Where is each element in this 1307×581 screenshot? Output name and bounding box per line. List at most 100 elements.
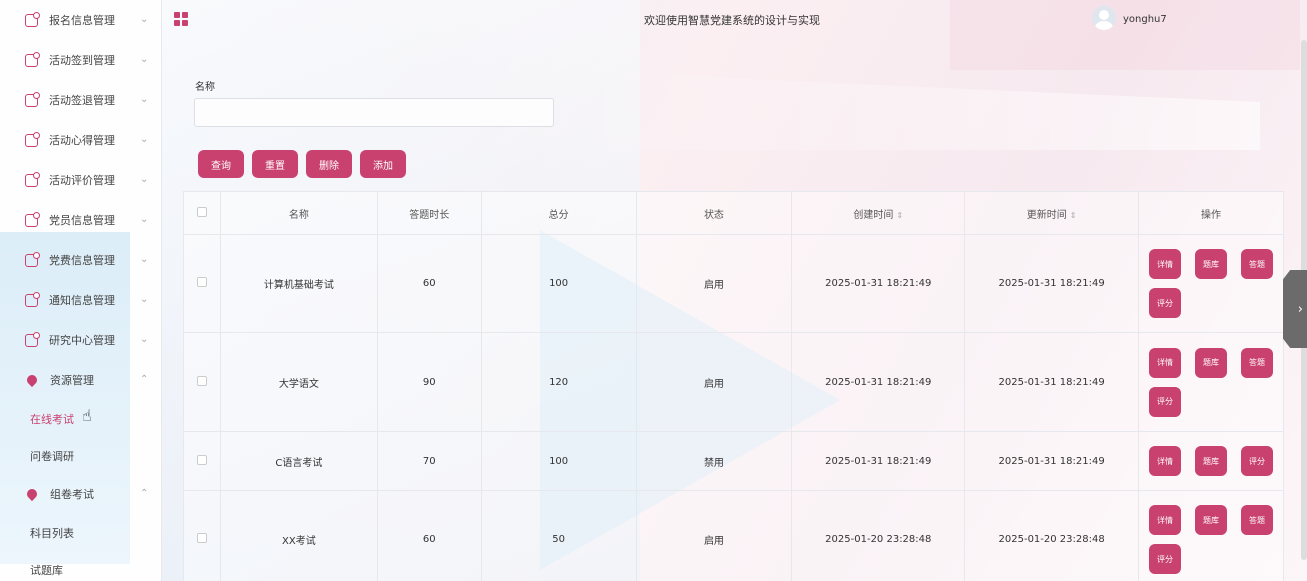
- sidebar-item-research[interactable]: 研究中心管理 ⌄: [0, 320, 162, 360]
- grid-menu-icon[interactable]: [174, 12, 188, 26]
- sidebar-item-notices[interactable]: 通知信息管理 ⌄: [0, 280, 162, 320]
- answers-button[interactable]: 答题: [1241, 505, 1274, 535]
- sidebar-item-label: 研究中心管理: [49, 334, 115, 347]
- row-checkbox[interactable]: [196, 277, 207, 287]
- menu-icon: [25, 131, 40, 147]
- sidebar-subitem-label: 在线考试: [30, 412, 74, 426]
- top-header: 欢迎使用智慧党建系统的设计与实现 yonghu7: [162, 0, 1307, 38]
- sort-icon[interactable]: ⇕: [1070, 211, 1077, 220]
- cell-created: 2025-01-20 23:28:48: [791, 490, 966, 581]
- reset-button[interactable]: 重置: [252, 150, 298, 178]
- toolbar: 查询 重置 删除 添加: [198, 150, 406, 178]
- row-select-cell[interactable]: [183, 332, 221, 432]
- col-total: 总分: [480, 191, 637, 235]
- name-search-input[interactable]: [194, 98, 554, 127]
- question-bank-button[interactable]: 题库: [1195, 347, 1228, 378]
- sidebar-subitem-label: 问卷调研: [30, 449, 74, 463]
- row-checkbox[interactable]: [196, 533, 207, 543]
- sidebar-subitem-question-bank[interactable]: 试题库: [0, 551, 162, 581]
- detail-button[interactable]: 详情: [1149, 249, 1182, 279]
- sidebar-subitem-survey[interactable]: 问卷调研: [0, 437, 162, 474]
- sidebar-item-label: 党员信息管理: [49, 214, 115, 227]
- menu-icon: [25, 251, 40, 267]
- sidebar-item-checkout[interactable]: 活动签退管理 ⌄: [0, 80, 162, 120]
- question-bank-button[interactable]: 题库: [1195, 249, 1228, 279]
- cell-name: 计算机基础考试: [219, 234, 378, 333]
- side-panel-toggle[interactable]: ›: [1283, 270, 1307, 348]
- cell-actions: 详情 题库 答题 评分: [1138, 490, 1284, 581]
- cell-updated: 2025-01-31 18:21:49: [964, 234, 1140, 333]
- col-updated[interactable]: 更新时间 ⇕: [964, 191, 1140, 235]
- detail-button[interactable]: 详情: [1149, 446, 1182, 476]
- add-button[interactable]: 添加: [360, 150, 406, 178]
- sidebar: 报名信息管理 ⌄ 活动签到管理 ⌄ 活动签退管理 ⌄ 活动心得管理 ⌄ 活动评价…: [0, 0, 162, 581]
- cell-total: 100: [480, 234, 637, 333]
- table-row: C语言考试 70 100 禁用 2025-01-31 18:21:49 2025…: [183, 431, 1284, 491]
- sidebar-subitem-online-exam[interactable]: 在线考试: [0, 400, 162, 437]
- grade-button[interactable]: 评分: [1149, 386, 1182, 417]
- detail-button[interactable]: 详情: [1149, 505, 1182, 535]
- location-pin-icon: [24, 372, 40, 388]
- sidebar-item-label: 活动签到管理: [49, 54, 115, 67]
- sidebar-item-members[interactable]: 党员信息管理 ⌄: [0, 200, 162, 240]
- question-bank-button[interactable]: 题库: [1195, 505, 1228, 535]
- sidebar-item-checkin[interactable]: 活动签到管理 ⌄: [0, 40, 162, 80]
- cell-status: 启用: [635, 234, 793, 333]
- sidebar-subitem-label: 试题库: [30, 563, 63, 577]
- select-all-cell[interactable]: [183, 191, 221, 235]
- pointer-cursor-icon: ☝: [82, 406, 92, 425]
- query-button[interactable]: 查询: [198, 150, 244, 178]
- question-bank-button[interactable]: 题库: [1195, 446, 1228, 476]
- grade-button[interactable]: 评分: [1149, 544, 1182, 574]
- row-actions: 详情 题库 答题 评分: [1139, 347, 1283, 417]
- answers-button[interactable]: 答题: [1241, 249, 1274, 279]
- site-title: 欢迎使用智慧党建系统的设计与实现: [644, 14, 820, 27]
- sidebar-item-evaluation[interactable]: 活动评价管理 ⌄: [0, 160, 162, 200]
- cell-name: C语言考试: [219, 431, 378, 491]
- cell-name: XX考试: [219, 490, 378, 581]
- row-select-cell[interactable]: [183, 431, 221, 491]
- cell-created: 2025-01-31 18:21:49: [791, 332, 966, 432]
- col-status: 状态: [635, 191, 793, 235]
- row-checkbox[interactable]: [196, 454, 207, 465]
- select-all-checkbox[interactable]: [196, 206, 207, 217]
- sidebar-subitem-subjects[interactable]: 科目列表: [0, 514, 162, 551]
- chevron-down-icon: ⌄: [140, 254, 149, 265]
- sidebar-item-label: 活动签退管理: [49, 94, 115, 107]
- grade-button[interactable]: 评分: [1241, 446, 1274, 476]
- grade-button[interactable]: 评分: [1149, 288, 1182, 318]
- table-row: XX考试 60 50 启用 2025-01-20 23:28:48 2025-0…: [183, 490, 1284, 581]
- chevron-down-icon: ⌄: [140, 334, 149, 345]
- cell-duration: 60: [376, 234, 482, 333]
- sidebar-item-fees[interactable]: 党费信息管理 ⌄: [0, 240, 162, 280]
- sidebar-item-reflection[interactable]: 活动心得管理 ⌄: [0, 120, 162, 160]
- sidebar-item-registration[interactable]: 报名信息管理 ⌄: [0, 0, 162, 40]
- sort-icon[interactable]: ⇕: [896, 211, 903, 220]
- col-actions: 操作: [1138, 191, 1284, 235]
- delete-button[interactable]: 删除: [306, 150, 352, 178]
- col-created[interactable]: 创建时间 ⇕: [791, 191, 966, 235]
- answers-button[interactable]: 答题: [1241, 347, 1274, 378]
- cell-total: 100: [480, 431, 637, 491]
- cell-updated: 2025-01-31 18:21:49: [964, 431, 1140, 491]
- cell-created: 2025-01-31 18:21:49: [791, 431, 966, 491]
- table-header-row: 名称 答题时长 总分 状态 创建时间 ⇕ 更新时间 ⇕ 操作: [183, 191, 1284, 235]
- row-actions: 详情 题库 答题 评分: [1139, 505, 1283, 574]
- row-checkbox[interactable]: [196, 375, 207, 386]
- sidebar-item-exam-compose[interactable]: 组卷考试 ⌃: [0, 474, 162, 514]
- avatar[interactable]: [1092, 6, 1116, 30]
- cell-status: 启用: [635, 490, 793, 581]
- sidebar-menu: 报名信息管理 ⌄ 活动签到管理 ⌄ 活动签退管理 ⌄ 活动心得管理 ⌄ 活动评价…: [0, 0, 162, 581]
- chevron-down-icon: ⌄: [140, 54, 149, 65]
- name-field-label: 名称: [195, 82, 215, 93]
- cell-actions: 详情 题库 答题 评分: [1138, 332, 1284, 432]
- cell-name: 大学语文: [219, 332, 378, 432]
- sidebar-item-label: 组卷考试: [50, 488, 94, 501]
- detail-button[interactable]: 详情: [1149, 347, 1182, 378]
- row-select-cell[interactable]: [183, 490, 221, 581]
- username[interactable]: yonghu7: [1123, 14, 1167, 25]
- row-select-cell[interactable]: [183, 234, 221, 333]
- chevron-down-icon: ⌄: [140, 294, 149, 305]
- sidebar-item-label: 活动心得管理: [49, 134, 115, 147]
- sidebar-item-resources[interactable]: 资源管理 ⌃: [0, 360, 162, 400]
